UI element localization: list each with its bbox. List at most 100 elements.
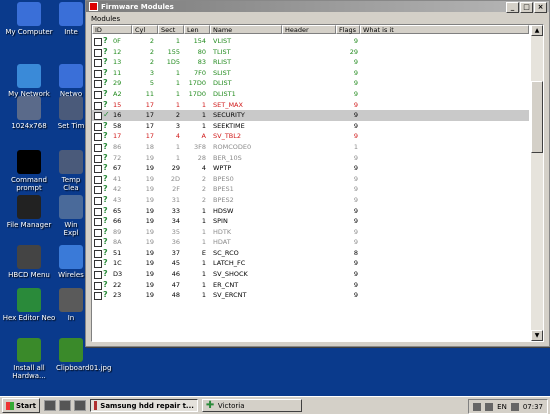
table-row[interactable]: ? 29 5 1 17D0 DLIST 9	[92, 78, 529, 89]
table-cell: ? 89	[92, 227, 132, 238]
desktop-icon[interactable]: Netwo	[56, 64, 86, 98]
desktop-icon[interactable]: Inte	[56, 2, 86, 36]
row-checkbox[interactable]	[94, 154, 102, 163]
table-row[interactable]: ? 86 18 1 3F8 ROMCODE0 1	[92, 142, 529, 153]
volume-icon[interactable]	[510, 402, 519, 411]
row-checkbox[interactable]	[94, 218, 102, 227]
column-header[interactable]: Sect	[158, 25, 184, 34]
table-row[interactable]: ? 72 19 1 28 BER_10S 9	[92, 153, 529, 164]
taskbar-item-victoria[interactable]: ✚ Victoria	[201, 399, 302, 412]
column-header[interactable]: Header	[282, 25, 336, 34]
image-file-icon	[59, 338, 83, 362]
table-row[interactable]: ? 89 19 35 1 HDTK 9	[92, 227, 529, 238]
table-cell: 2	[149, 58, 154, 67]
start-button[interactable]: Start	[2, 398, 40, 413]
close-button[interactable]: ×	[534, 2, 547, 13]
row-checkbox[interactable]	[94, 271, 102, 280]
desktop-icon[interactable]: In	[56, 288, 86, 322]
desktop-icon[interactable]: 1024x768	[0, 96, 58, 130]
table-row[interactable]: ? A2 11 1 17D0 DLIST1 9	[92, 89, 529, 100]
table-row[interactable]: ? 23 19 48 1 SV_ERCNT 9	[92, 290, 529, 301]
row-checkbox[interactable]	[94, 48, 102, 57]
row-checkbox[interactable]	[94, 175, 102, 184]
tray-icon[interactable]	[473, 402, 482, 411]
row-checkbox[interactable]	[94, 249, 102, 258]
table-cell: ? 42	[92, 184, 132, 195]
minimize-button[interactable]: _	[506, 2, 519, 13]
column-header[interactable]: ID	[92, 25, 132, 34]
row-checkbox[interactable]	[94, 228, 102, 237]
table-row[interactable]: ? 12 2 155 80 TLIST 29	[92, 47, 529, 58]
table-row[interactable]: ? 58 17 3 1 SEEKTIME 9	[92, 121, 529, 132]
scroll-thumb[interactable]	[531, 81, 543, 153]
row-checkbox[interactable]	[94, 112, 102, 121]
desktop-icon[interactable]: File Manager	[0, 195, 58, 229]
table-row[interactable]: ? 66 19 34 1 SPIN 9	[92, 216, 529, 227]
desktop-icon[interactable]: Win Expl	[56, 195, 86, 237]
row-checkbox[interactable]	[94, 69, 102, 78]
table-row[interactable]: ? 22 19 47 1 ER_CNT 9	[92, 280, 529, 291]
table-cell	[360, 237, 362, 248]
row-checkbox[interactable]	[94, 122, 102, 131]
row-checkbox[interactable]	[94, 59, 102, 68]
window-titlebar[interactable]: Firmware Modules _ □ ×	[86, 1, 549, 13]
table-row[interactable]: ? 0F 2 1 154 VLIST 9	[92, 36, 529, 47]
table-row[interactable]: ? 41 19 2D 2 BPES0 9	[92, 174, 529, 185]
column-header[interactable]: Flags	[336, 25, 360, 34]
tray-icon[interactable]	[485, 402, 494, 411]
table-row[interactable]: ? 8A 19 36 1 HDAT 9	[92, 237, 529, 248]
row-checkbox[interactable]	[94, 38, 102, 46]
clock[interactable]: 07:37	[523, 403, 543, 411]
table-row[interactable]: ? 65 19 33 1 HDSW 9	[92, 206, 529, 217]
table-row[interactable]: ? 17 17 4 A SV_TBL2 9	[92, 131, 529, 142]
table-row[interactable]: ? 13 2 1D5 83 RLIST 9	[92, 57, 529, 68]
modules-list[interactable]: ID Cyl Sect Len Name Header Flags What is it ? 0…	[91, 24, 544, 342]
quick-launch-icon[interactable]	[58, 400, 71, 411]
desktop-icon[interactable]: HBCD Menu	[0, 245, 58, 279]
desktop-icon[interactable]: Command prompt	[0, 150, 58, 192]
table-row[interactable]: ? 67 19 29 4 WPTP 9	[92, 163, 529, 174]
row-checkbox[interactable]	[94, 239, 102, 248]
scroll-down-button[interactable]: ▼	[531, 330, 543, 341]
row-checkbox[interactable]	[94, 90, 102, 99]
desktop-icon[interactable]: My Computer	[0, 2, 58, 36]
row-checkbox[interactable]	[94, 207, 102, 216]
desktop-icon[interactable]: Wireles	[56, 245, 86, 279]
row-checkbox[interactable]	[94, 133, 102, 142]
desktop-icon[interactable]: Temp Clea	[56, 150, 86, 192]
row-checkbox[interactable]	[94, 260, 102, 269]
quick-launch-icon[interactable]	[73, 400, 86, 411]
row-checkbox[interactable]	[94, 165, 102, 174]
column-header[interactable]: Name	[210, 25, 282, 34]
table-row[interactable]: ? 1C 19 45 1 LATCH_FC 9	[92, 258, 529, 269]
desktop-icon[interactable]: Clipboard01.jpg	[56, 338, 111, 372]
row-checkbox[interactable]	[94, 281, 102, 290]
table-row[interactable]: ? D3 19 46 1 SV_SHOCK 9	[92, 269, 529, 280]
row-checkbox[interactable]	[94, 186, 102, 195]
table-row[interactable]: ✓ 16 17 2 1 SECURITY 9	[92, 110, 529, 121]
column-header[interactable]: Cyl	[132, 25, 158, 34]
table-row[interactable]: ? 43 19 31 2 BPES2 9	[92, 195, 529, 206]
desktop-icon[interactable]: Set Tim	[56, 96, 86, 130]
table-row[interactable]: ? 42 19 2F 2 BPES1 9	[92, 184, 529, 195]
column-header[interactable]: Len	[184, 25, 210, 34]
table-cell: 9	[353, 79, 358, 88]
vertical-scrollbar[interactable]: ▲ ▼	[531, 25, 543, 341]
scroll-up-button[interactable]: ▲	[531, 25, 543, 36]
taskbar-item-samsung-hdd-repair[interactable]: Samsung hdd repair t...	[89, 399, 198, 412]
column-header[interactable]: What is it	[360, 25, 529, 34]
table-row[interactable]: ? 51 19 37 E SC_RCO 8	[92, 248, 529, 259]
row-checkbox[interactable]	[94, 196, 102, 205]
row-checkbox[interactable]	[94, 143, 102, 152]
row-checkbox[interactable]	[94, 101, 102, 110]
in-icon	[59, 288, 83, 312]
table-row[interactable]: ? 11 3 1 7F0 SLIST 9	[92, 68, 529, 79]
quick-launch-icon[interactable]	[43, 400, 56, 411]
row-checkbox[interactable]	[94, 80, 102, 89]
language-indicator[interactable]: EN	[497, 403, 507, 411]
table-row[interactable]: ? 15 17 1 1 SET_MAX 9	[92, 100, 529, 111]
row-checkbox[interactable]	[94, 292, 102, 301]
maximize-button[interactable]: □	[520, 2, 533, 13]
desktop-icon[interactable]: Hex Editor Neo	[0, 288, 58, 322]
desktop-icon[interactable]: Install all Hardwa...	[0, 338, 58, 380]
